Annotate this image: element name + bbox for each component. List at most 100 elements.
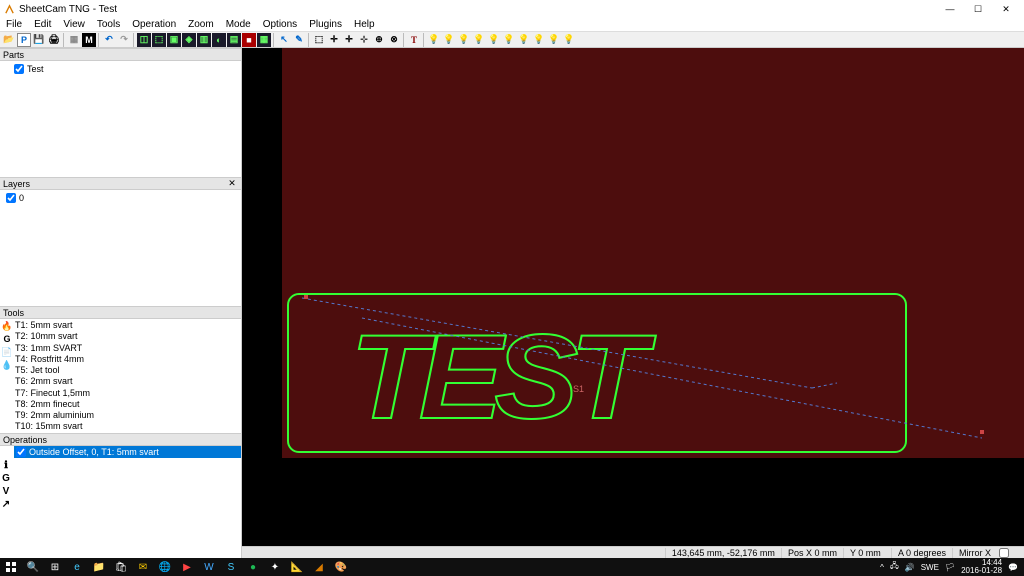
view8-icon[interactable]: ■ (242, 33, 256, 47)
tray-flag-icon[interactable]: 🏳 (945, 563, 955, 572)
view2-icon[interactable]: ⬚ (152, 33, 166, 47)
bulb7-icon[interactable]: 💡 (517, 33, 531, 47)
tool-item[interactable]: T9: 2mm aluminium (15, 410, 240, 421)
select-icon[interactable]: ↖ (277, 33, 291, 47)
start-button[interactable] (0, 558, 22, 576)
open-icon[interactable]: 📂 (2, 33, 16, 47)
view7-icon[interactable]: ▤ (227, 33, 241, 47)
op-info-icon[interactable]: ℹ (0, 460, 12, 472)
search-icon[interactable]: 🔍 (22, 558, 44, 576)
edge-icon[interactable]: e (66, 558, 88, 576)
menu-zoom[interactable]: Zoom (186, 19, 216, 30)
chrome-icon[interactable]: 🌐 (154, 558, 176, 576)
postprocess-icon[interactable]: P (17, 33, 31, 47)
view3-icon[interactable]: ▣ (167, 33, 181, 47)
tools-panel-header[interactable]: Tools (0, 306, 241, 319)
snap3-icon[interactable]: ⊹ (357, 33, 371, 47)
layers-close-icon[interactable]: ✕ (226, 178, 238, 189)
bulb3-icon[interactable]: 💡 (457, 33, 471, 47)
mail-icon[interactable]: ✉ (132, 558, 154, 576)
explorer-icon[interactable]: 📁 (88, 558, 110, 576)
tool-item[interactable]: T8: 2mm finecut (15, 399, 240, 410)
layers-panel-header[interactable]: Layers ✕ (0, 177, 241, 190)
parts-item[interactable]: Test (4, 63, 237, 75)
menu-view[interactable]: View (61, 19, 87, 30)
edit-icon[interactable]: ✎ (292, 33, 306, 47)
video-icon[interactable]: ▶ (176, 558, 198, 576)
bulb1-icon[interactable]: 💡 (427, 33, 441, 47)
snap4-icon[interactable]: ⊕ (372, 33, 386, 47)
bulb4-icon[interactable]: 💡 (472, 33, 486, 47)
layers-item-checkbox[interactable] (6, 193, 16, 203)
nest-icon[interactable]: ⬚ (312, 33, 326, 47)
spotify-icon[interactable]: ● (242, 558, 264, 576)
bulb2-icon[interactable]: 💡 (442, 33, 456, 47)
parts-item-checkbox[interactable] (14, 64, 24, 74)
store-icon[interactable]: 🛍 (110, 558, 132, 576)
tool-gcode-icon[interactable]: G (1, 334, 13, 346)
view1-icon[interactable]: ◫ (137, 33, 151, 47)
operations-list[interactable]: Outside Offset, 0, T1: 5mm svart (14, 446, 241, 558)
tool-item[interactable]: T2: 10mm svart (15, 331, 240, 342)
tools-list[interactable]: T1: 5mm svart T2: 10mm svart T3: 1mm SVA… (15, 320, 240, 432)
menu-edit[interactable]: Edit (32, 19, 53, 30)
tray-net-icon[interactable]: 🖧 (890, 560, 899, 574)
tool-item[interactable]: T4: Rostfritt 4mm (15, 354, 240, 365)
tool-item[interactable]: T10: 15mm svart (15, 421, 240, 432)
tray-notifications-icon[interactable]: 💬 (1008, 563, 1018, 572)
sheetcam-icon[interactable]: ◢ (308, 558, 330, 576)
tool-item[interactable]: T5: Jet tool (15, 365, 240, 376)
minimize-button[interactable]: — (936, 0, 964, 18)
leadin-node[interactable] (304, 295, 308, 299)
tool-code-icon[interactable]: 📄 (1, 347, 13, 359)
tray-clock[interactable]: 14:44 2016-01-28 (961, 559, 1002, 575)
tool-plasma-icon[interactable]: 🔥 (1, 321, 13, 333)
snap5-icon[interactable]: ⊗ (387, 33, 401, 47)
app1-icon[interactable]: ✦ (264, 558, 286, 576)
parts-panel-header[interactable]: Parts (0, 48, 241, 61)
app2-icon[interactable]: 📐 (286, 558, 308, 576)
taskview-icon[interactable]: ⊞ (44, 558, 66, 576)
skype-icon[interactable]: S (220, 558, 242, 576)
bulb5-icon[interactable]: 💡 (487, 33, 501, 47)
leadin-node[interactable] (980, 430, 984, 434)
tool-item[interactable]: T6: 2mm svart (15, 376, 240, 387)
redo-icon[interactable]: ↷ (117, 33, 131, 47)
menu-operation[interactable]: Operation (130, 19, 178, 30)
menu-help[interactable]: Help (352, 19, 377, 30)
menu-options[interactable]: Options (261, 19, 299, 30)
save-icon[interactable]: 💾 (32, 33, 46, 47)
bulb9-icon[interactable]: 💡 (547, 33, 561, 47)
menu-plugins[interactable]: Plugins (307, 19, 344, 30)
status-mirror-checkbox[interactable] (999, 548, 1009, 558)
view6-icon[interactable]: ◐ (212, 33, 226, 47)
undo-icon[interactable]: ↶ (102, 33, 116, 47)
layers-item[interactable]: 0 (4, 192, 237, 204)
tool-item[interactable]: T3: 1mm SVART (15, 343, 240, 354)
close-button[interactable]: ✕ (992, 0, 1020, 18)
bulb10-icon[interactable]: 💡 (562, 33, 576, 47)
operation-checkbox[interactable] (16, 447, 26, 457)
op-v-icon[interactable]: V (0, 486, 12, 498)
tray-up-icon[interactable]: ^ (880, 563, 884, 572)
bulb8-icon[interactable]: 💡 (532, 33, 546, 47)
op-tool-icon[interactable]: ↗ (0, 499, 12, 511)
word-icon[interactable]: W (198, 558, 220, 576)
operation-item-selected[interactable]: Outside Offset, 0, T1: 5mm svart (14, 446, 241, 458)
menu-mode[interactable]: Mode (224, 19, 253, 30)
view9-icon[interactable]: ▦ (257, 33, 271, 47)
operations-panel-header[interactable]: Operations (0, 433, 241, 446)
op-gcode-icon[interactable]: G (0, 473, 12, 485)
snap2-icon[interactable]: ✛ (342, 33, 356, 47)
tool-item[interactable]: T1: 5mm svart (15, 320, 240, 331)
maximize-button[interactable]: ☐ (964, 0, 992, 18)
system-tray[interactable]: ^ 🖧 🔊 SWE 🏳 14:44 2016-01-28 💬 (880, 559, 1024, 575)
app3-icon[interactable]: 🎨 (330, 558, 352, 576)
part-text[interactable]: TEST (350, 308, 638, 446)
tray-vol-icon[interactable]: 🔊 (905, 563, 915, 572)
menu-file[interactable]: File (4, 19, 24, 30)
bulb6-icon[interactable]: 💡 (502, 33, 516, 47)
canvas-viewport[interactable]: TEST S1 143,645 mm, -52,176 mm Pos X 0 m… (242, 48, 1024, 558)
machine-icon[interactable]: M (82, 33, 96, 47)
tool-item[interactable]: T7: Finecut 1,5mm (15, 388, 240, 399)
